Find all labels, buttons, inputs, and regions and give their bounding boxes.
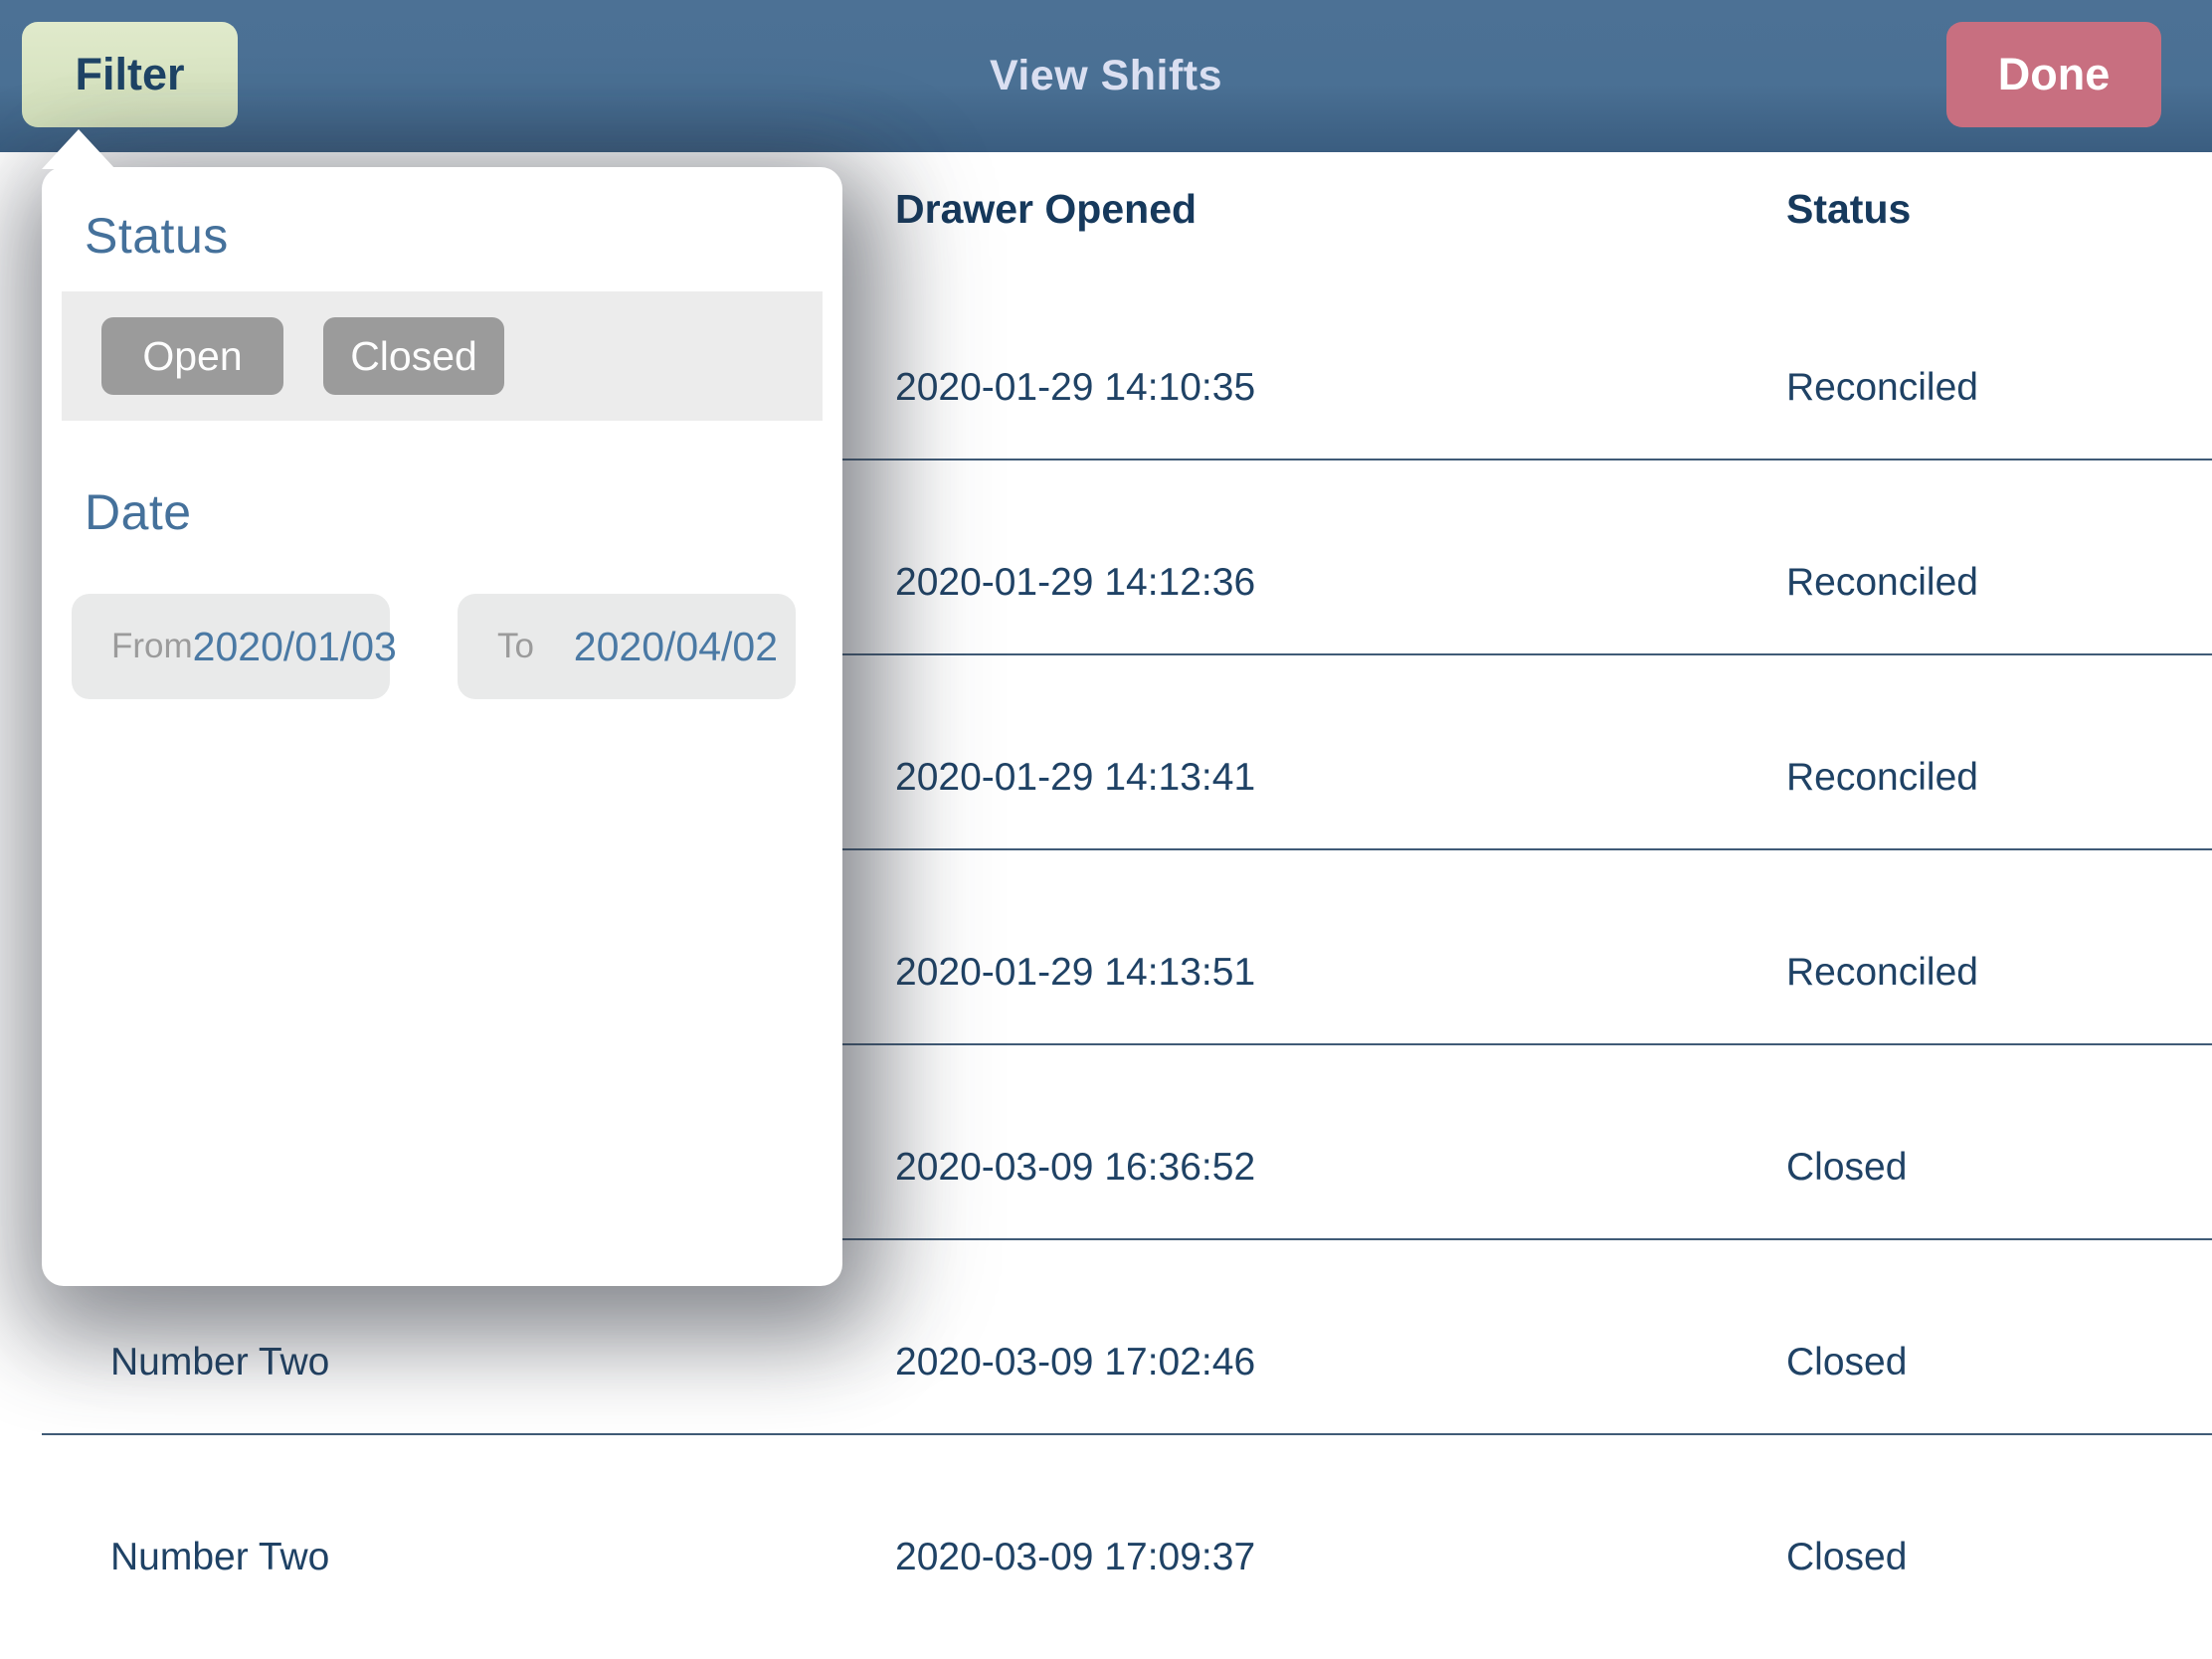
status-cell: Reconciled [1786, 951, 2212, 995]
status-cell: Reconciled [1786, 366, 2212, 410]
status-cell: Reconciled [1786, 756, 2212, 800]
status-section-heading: Status [85, 207, 229, 265]
navigation-bar: View Shifts Filter Done [0, 0, 2212, 152]
done-button[interactable]: Done [1946, 22, 2161, 127]
drawer-opened-cell: 2020-03-09 17:09:37 [895, 1536, 1786, 1579]
status-closed-button[interactable]: Closed [323, 317, 504, 395]
popover-arrow [42, 129, 115, 169]
page-title: View Shifts [0, 0, 2212, 152]
date-to-field[interactable]: To 2020/04/02 [458, 594, 796, 699]
date-to-value: 2020/04/02 [574, 624, 778, 670]
table-row[interactable]: Number Two 2020-03-09 17:09:37 Closed [0, 1435, 2212, 1630]
filter-popover: Status Open Closed Date From 2020/01/03 … [42, 167, 842, 1286]
shift-name-cell: Number Two [0, 1536, 895, 1579]
status-cell: Reconciled [1786, 561, 2212, 605]
view-shifts-screen: Drawer Opened Status 2020-01-29 14:10:35… [0, 0, 2212, 1659]
status-cell: Closed [1786, 1341, 2212, 1384]
date-from-field[interactable]: From 2020/01/03 [72, 594, 390, 699]
status-cell: Closed [1786, 1536, 2212, 1579]
date-from-label: From [111, 627, 193, 666]
drawer-opened-cell: 2020-01-29 14:10:35 [895, 366, 1786, 410]
col-header-status: Status [1786, 186, 2212, 233]
date-to-label: To [497, 627, 534, 666]
col-header-drawer-opened: Drawer Opened [895, 186, 1786, 233]
status-segment-group: Open Closed [62, 291, 823, 421]
date-section-heading: Date [85, 483, 192, 541]
status-cell: Closed [1786, 1146, 2212, 1190]
drawer-opened-cell: 2020-03-09 16:36:52 [895, 1146, 1786, 1190]
shift-name-cell: Number Two [0, 1341, 895, 1384]
drawer-opened-cell: 2020-01-29 14:13:41 [895, 756, 1786, 800]
filter-button[interactable]: Filter [22, 22, 238, 127]
drawer-opened-cell: 2020-01-29 14:12:36 [895, 561, 1786, 605]
drawer-opened-cell: 2020-01-29 14:13:51 [895, 951, 1786, 995]
status-open-button[interactable]: Open [101, 317, 283, 395]
date-from-value: 2020/01/03 [193, 624, 397, 670]
drawer-opened-cell: 2020-03-09 17:02:46 [895, 1341, 1786, 1384]
